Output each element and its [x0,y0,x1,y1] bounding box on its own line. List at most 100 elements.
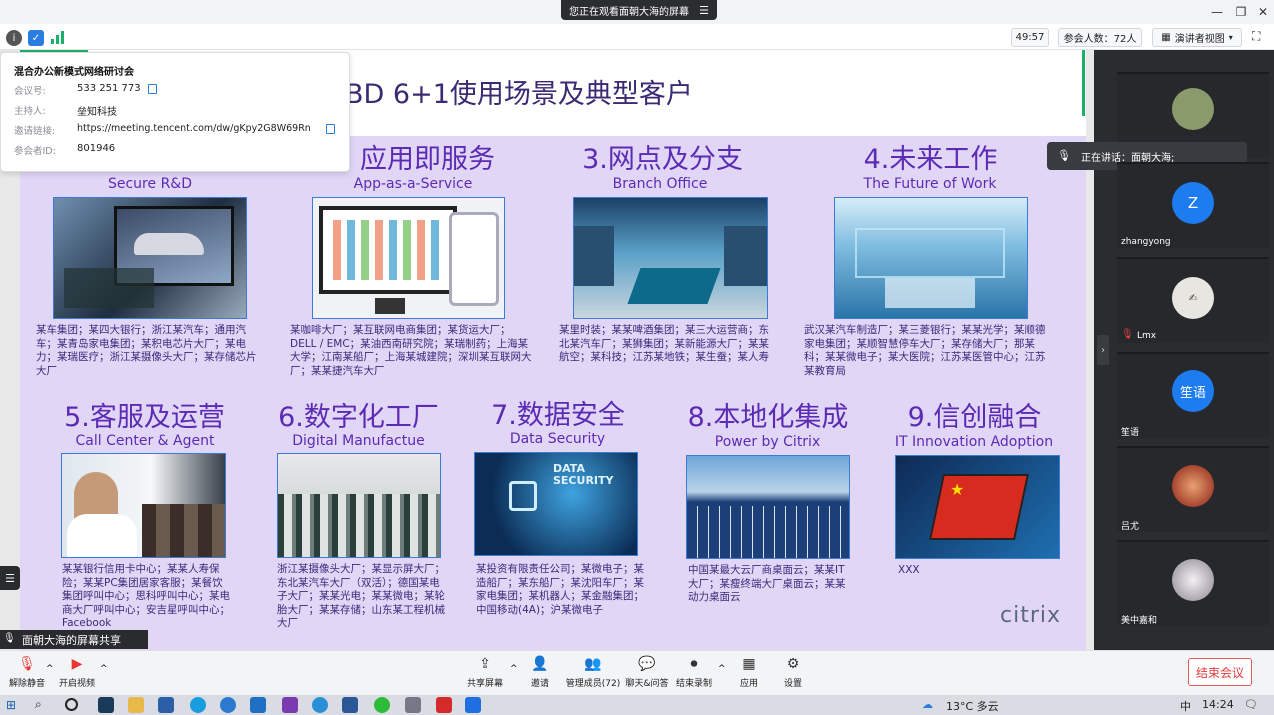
invite-button[interactable]: 👤 邀请 [513,655,567,693]
menu-icon[interactable]: ☰ [699,4,709,17]
outlook-icon[interactable] [250,697,266,713]
section-customers: 某车集团；某四大银行；浙江某汽车；通用汽车；某青岛家电集团；某积电芯片大厂；某电… [36,324,257,377]
innovation-image: ★ [895,455,1060,559]
task-view-icon[interactable] [65,698,78,711]
acrobat-icon[interactable] [436,697,452,713]
windows-start-icon[interactable]: ⊞ [6,698,16,712]
onenote-icon[interactable] [282,697,298,713]
chevron-up-icon[interactable]: ^ [100,664,108,674]
mic-muted-icon: 🎙 [18,656,36,672]
host-label: 主持人: [14,106,46,117]
app-icon[interactable] [312,697,328,713]
settings-button[interactable]: ⚙ 设置 [766,655,820,693]
sharing-banner-text: 您正在观看面朝大海的屏幕 [569,6,690,18]
fullscreen-icon[interactable]: ⛶ [1252,29,1260,44]
settings-label: 设置 [783,679,802,689]
invite-link-label: 邀请链接: [14,126,56,137]
section-heading: 7.数据安全 [491,400,625,431]
share-screen-label: 共享屏幕 [466,679,503,689]
ie-icon[interactable] [220,697,236,713]
avatar [1172,465,1214,507]
chevron-down-icon: ▾ [1228,33,1233,42]
meeting-id-label: 会议号: [14,86,46,97]
sharing-banner[interactable]: 您正在观看面朝大海的屏幕 ☰ [561,0,717,20]
app-icon[interactable] [405,697,421,713]
section-customers: 武汉某汽车制造厂；某三菱银行；某某光学；某顺德家电集团；某顺智慧停车大厂；某存储… [804,324,1046,377]
close-icon[interactable]: ✕ [1252,2,1274,22]
stop-recording-button[interactable]: ⏺ 结束录制 [667,655,721,693]
chat-icon: 💬 [638,656,656,672]
signal-icon[interactable] [51,31,65,44]
file-explorer-icon[interactable] [128,697,144,713]
meeting-timer: 49:57 [1011,28,1049,47]
invite-icon: 👤 [531,656,549,672]
screen-share-label-text: 面朝大海的屏幕共享 [22,633,121,647]
data-security-label: DATA SECURITY [553,462,614,487]
participant-id-value: 801946 [77,143,116,154]
unmute-button[interactable]: 🎙 解除静音 [0,655,54,693]
mic-icon: 🎙 [3,633,16,644]
word-icon[interactable] [342,697,358,713]
copy-icon[interactable] [148,84,157,94]
section-heading: 9.信创融合 [907,402,1042,433]
stop-recording-label: 结束录制 [675,679,712,689]
mic-muted-icon: 🎙 [1121,329,1134,340]
unmute-label: 解除静音 [8,679,45,689]
view-mode-select[interactable]: ▦ 演讲者视图 ▾ [1152,28,1242,47]
section-customers: 某里时装；某某啤酒集团；某三大运营商；东北某汽车厂；某狮集团；某新能源大厂；某某… [559,324,769,363]
meeting-title: 混合办公新模式网络研讨会 [14,67,134,78]
minimize-icon[interactable]: — [1206,2,1228,22]
photoshop-icon[interactable] [98,697,114,713]
slide-title: BD 6+1使用场景及典型客户 [345,79,693,110]
section-subtitle: Digital Manufactue [292,433,425,449]
manage-members-button[interactable]: 👥 管理成员(72) [562,655,624,693]
members-icon: 👥 [584,656,602,672]
share-screen-button[interactable]: ⇪ 共享屏幕 [458,655,512,693]
avatar [1172,88,1214,130]
camera-off-icon: ▶ [71,656,83,672]
section-heading: 5.客服及运营 [64,402,225,433]
list-toggle-icon[interactable]: ☰ [0,566,20,590]
host-value: 垒知科技 [77,107,117,118]
data-security-image: DATA SECURITY [474,452,638,556]
tencent-meeting-icon[interactable] [465,697,481,713]
chat-label: 聊天&问答 [625,679,669,689]
notification-icon[interactable]: 🗨 [1244,698,1258,711]
section-subtitle: Call Center & Agent [75,433,215,449]
section-customers: 中国某最大云厂商桌面云；某某IT大厂；某瘦终端大厂桌面云；某某动力桌面云 [688,564,846,603]
participant-count[interactable]: 参会人数：72人 [1058,28,1142,47]
secure-rd-image [53,197,247,319]
ime-indicator[interactable]: 中 [1180,698,1191,714]
start-video-button[interactable]: ▶ 开启视频 [50,655,104,693]
info-icon[interactable]: i [6,30,22,46]
maximize-icon[interactable]: ❐ [1230,2,1252,22]
monitor-icon[interactable] [158,697,174,713]
section-customers: 某投资有限责任公司；某微电子；某造船厂；某东船厂；某沈阳车厂；某家电集团；某机器… [476,563,644,616]
wechat-icon[interactable] [374,697,390,713]
clock[interactable]: 14:24 [1202,698,1234,711]
apps-label: 应用 [739,679,758,689]
digital-factory-image [277,453,441,558]
collapse-panel-icon[interactable]: › [1097,335,1109,365]
avatar: 笙语 [1172,370,1214,412]
section-subtitle: Data Security [509,431,606,447]
search-icon[interactable]: ⌕ [35,697,42,712]
section-customers: 某咖啡大厂；某互联网电商集团；某货运大厂；DELL / EMC；某油西南研究院；… [290,324,532,377]
app-service-image [312,197,505,319]
mic-icon: 🎙 [1057,149,1071,162]
section-subtitle: IT Innovation Adoption [894,434,1054,450]
manage-members-label: 管理成员(72) [565,679,621,689]
weather-text[interactable]: 13°C 多云 [946,698,999,714]
participant-id-label: 参会者ID: [14,146,56,157]
shield-icon[interactable]: ✓ [28,30,44,46]
copy-icon[interactable] [326,124,335,134]
chat-button[interactable]: 💬 聊天&问答 [620,655,674,693]
avatar: ✍ [1172,277,1214,319]
end-meeting-button[interactable]: 结束会议 [1188,658,1252,686]
section-customers: XXX [898,564,920,576]
edge-icon[interactable] [190,697,206,713]
speaker-view-icon: ▦ [1161,32,1171,43]
section-heading: 4.未来工作 [863,144,998,175]
future-work-image [834,197,1028,319]
invite-link-value[interactable]: https://meeting.tencent.com/dw/gKpy2G8W6… [77,123,311,134]
